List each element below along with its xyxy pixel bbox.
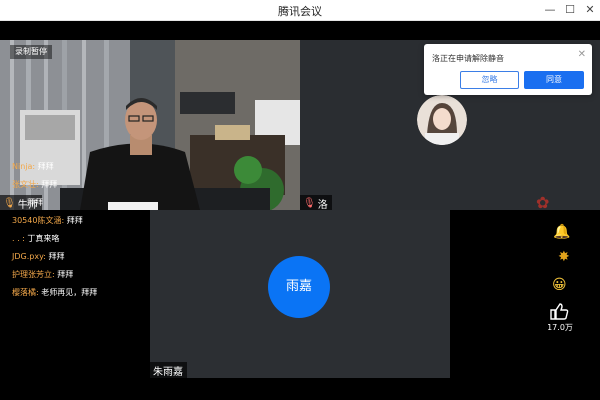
chat-text: 拜拜 bbox=[66, 216, 83, 225]
maximize-button[interactable]: ☐ bbox=[559, 2, 581, 18]
speaker-name: 朱雨嘉 bbox=[153, 367, 183, 378]
chat-sender: . . bbox=[12, 234, 20, 243]
thumbs-up-icon[interactable] bbox=[549, 302, 569, 320]
speaker-video-tile[interactable]: 雨嘉 朱雨嘉 bbox=[150, 210, 450, 378]
speaker-avatar: 雨嘉 bbox=[268, 256, 330, 318]
chat-sender: 护理张芳立 bbox=[12, 270, 52, 279]
microphone-muted-icon: 🎙 bbox=[303, 198, 316, 209]
cheer-reaction-icon: ✸ bbox=[558, 249, 570, 265]
chat-message: 樱落橘: 老师再见，拜拜 bbox=[12, 288, 98, 297]
chat-sender: Ninja bbox=[12, 162, 33, 171]
unmute-request-popup: 洛正在申请解除静音 ✕ 忽略 同意 bbox=[424, 44, 592, 95]
guest-avatar bbox=[417, 95, 467, 145]
chat-message: 张文壮: 拜拜 bbox=[12, 180, 58, 189]
chat-text: 拜拜 bbox=[57, 270, 74, 279]
flower-reaction-icon: ✿ bbox=[536, 193, 550, 212]
chat-sender: JDG.pxy bbox=[12, 252, 44, 261]
chat-message: 30540陈文涵: 拜拜 bbox=[12, 216, 83, 225]
chat-text: 拜拜 bbox=[27, 198, 43, 207]
close-icon[interactable]: ✕ bbox=[578, 49, 586, 60]
emoji-reaction-icon: 😀 bbox=[552, 277, 567, 293]
chat-text: 拜拜 bbox=[48, 252, 65, 261]
chat-sender: 樱落橘 bbox=[12, 288, 36, 297]
guest-name-tag: 🎙 洛 bbox=[300, 195, 332, 210]
chat-message: 护理张芳立: 拜拜 bbox=[12, 270, 74, 279]
chat-sender: 30540陈文涵 bbox=[12, 216, 62, 225]
minimize-button[interactable]: — bbox=[539, 2, 561, 18]
close-window-button[interactable]: ✕ bbox=[579, 2, 600, 18]
chat-text: 老师再见，拜拜 bbox=[41, 288, 98, 297]
title-bar: 腾讯会议 — ☐ ✕ bbox=[0, 0, 600, 21]
guest-name: 洛 bbox=[317, 200, 328, 210]
chat-message: Ninja: 拜拜 bbox=[12, 162, 54, 171]
chat-text: 拜拜 bbox=[41, 180, 58, 189]
like-count: 17.0万 bbox=[547, 323, 573, 332]
chat-sender: 张文壮 bbox=[12, 180, 36, 189]
speaker-name-tag: 朱雨嘉 bbox=[150, 362, 187, 378]
chat-message: 拜拜 bbox=[27, 197, 172, 208]
window-title: 腾讯会议 bbox=[278, 5, 322, 18]
chat-message: JDG.pxy: 拜拜 bbox=[12, 252, 65, 261]
unmute-request-message: 洛正在申请解除静音 bbox=[432, 54, 504, 63]
recording-paused-badge: 录制暂停 bbox=[10, 45, 52, 59]
ignore-button[interactable]: 忽略 bbox=[460, 71, 519, 89]
agree-button[interactable]: 同意 bbox=[524, 71, 584, 89]
bell-reaction-icon: 🔔 bbox=[553, 224, 571, 240]
microphone-icon: 🎙 bbox=[3, 198, 16, 209]
chat-text: 丁真来咯 bbox=[27, 234, 60, 243]
chat-text: 拜拜 bbox=[37, 162, 54, 171]
chat-message: . . : 丁真来咯 bbox=[12, 234, 60, 243]
